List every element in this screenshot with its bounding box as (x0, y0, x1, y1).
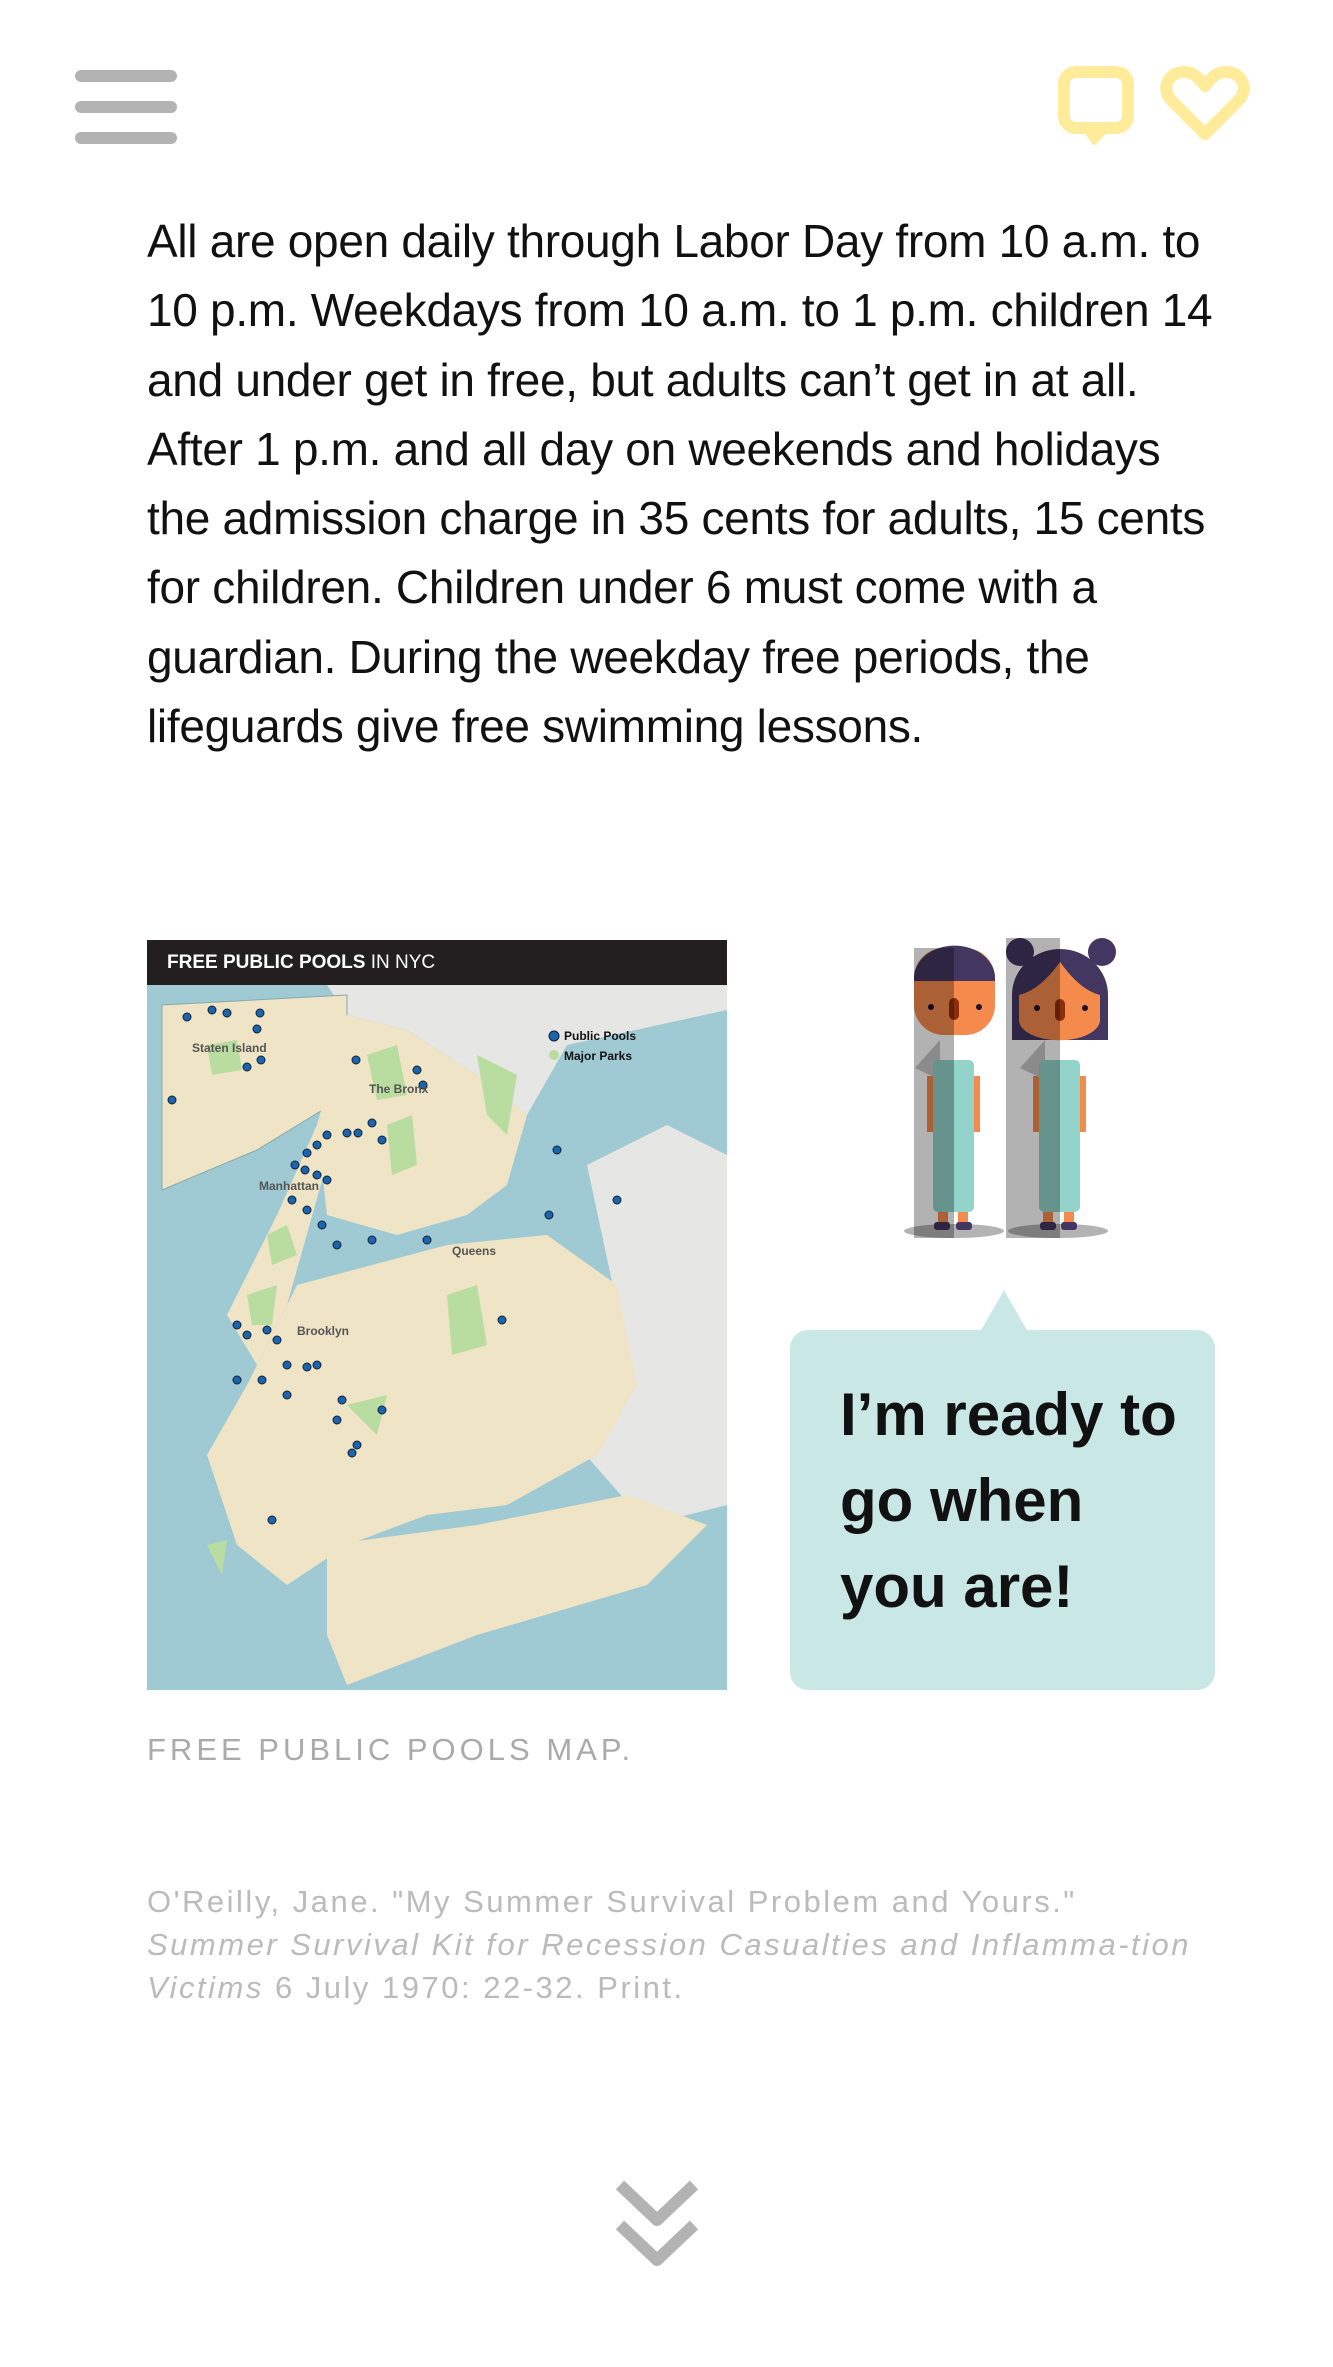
comment-icon[interactable] (1058, 66, 1134, 146)
map-title-bold: FREE PUBLIC POOLS (167, 952, 366, 973)
girl-figure (1006, 938, 1116, 1238)
map-label-staten-island: Staten Island (192, 1041, 267, 1055)
kids-illustration (904, 938, 1116, 1238)
double-chevron-down-icon[interactable] (612, 2175, 702, 2275)
legend-pools: Public Pools (564, 1029, 636, 1043)
map-caption: FREE PUBLIC POOLS MAP. (147, 1732, 635, 1767)
map-label-manhattan: Manhattan (259, 1179, 319, 1193)
map-label-bronx: The Bronx (369, 1082, 429, 1096)
speech-bubble: I’m ready to go when you are! (790, 1330, 1215, 1690)
heart-icon[interactable] (1160, 64, 1250, 144)
hamburger-icon-bar (75, 101, 177, 113)
legend-parks: Major Parks (564, 1049, 632, 1063)
citation-author-title: O'Reilly, Jane. "My Summer Survival Prob… (147, 1884, 1077, 1919)
speech-bubble-tail (980, 1290, 1028, 1332)
pools-map: FREE PUBLIC POOLS IN NYC Staten Island T… (147, 940, 727, 1690)
hamburger-icon-bar (75, 70, 177, 82)
article-paragraph: All are open daily through Labor Day fro… (147, 215, 1213, 753)
citation-date: 6 July 1970: 22-32. Print. (263, 1970, 685, 2005)
citation: O'Reilly, Jane. "My Summer Survival Prob… (147, 1880, 1217, 2009)
map-title: FREE PUBLIC POOLS IN NYC (147, 940, 727, 985)
map-graphic: Staten Island The Bronx Manhattan Queens… (147, 985, 727, 1690)
map-title-rest: IN NYC (365, 952, 436, 973)
boy-figure (914, 945, 995, 1238)
speech-bubble-text: I’m ready to go when you are! (840, 1381, 1177, 1620)
map-label-brooklyn: Brooklyn (297, 1324, 349, 1338)
map-label-queens: Queens (452, 1244, 496, 1258)
hamburger-icon-bar (75, 132, 177, 144)
menu-button[interactable] (75, 70, 177, 144)
